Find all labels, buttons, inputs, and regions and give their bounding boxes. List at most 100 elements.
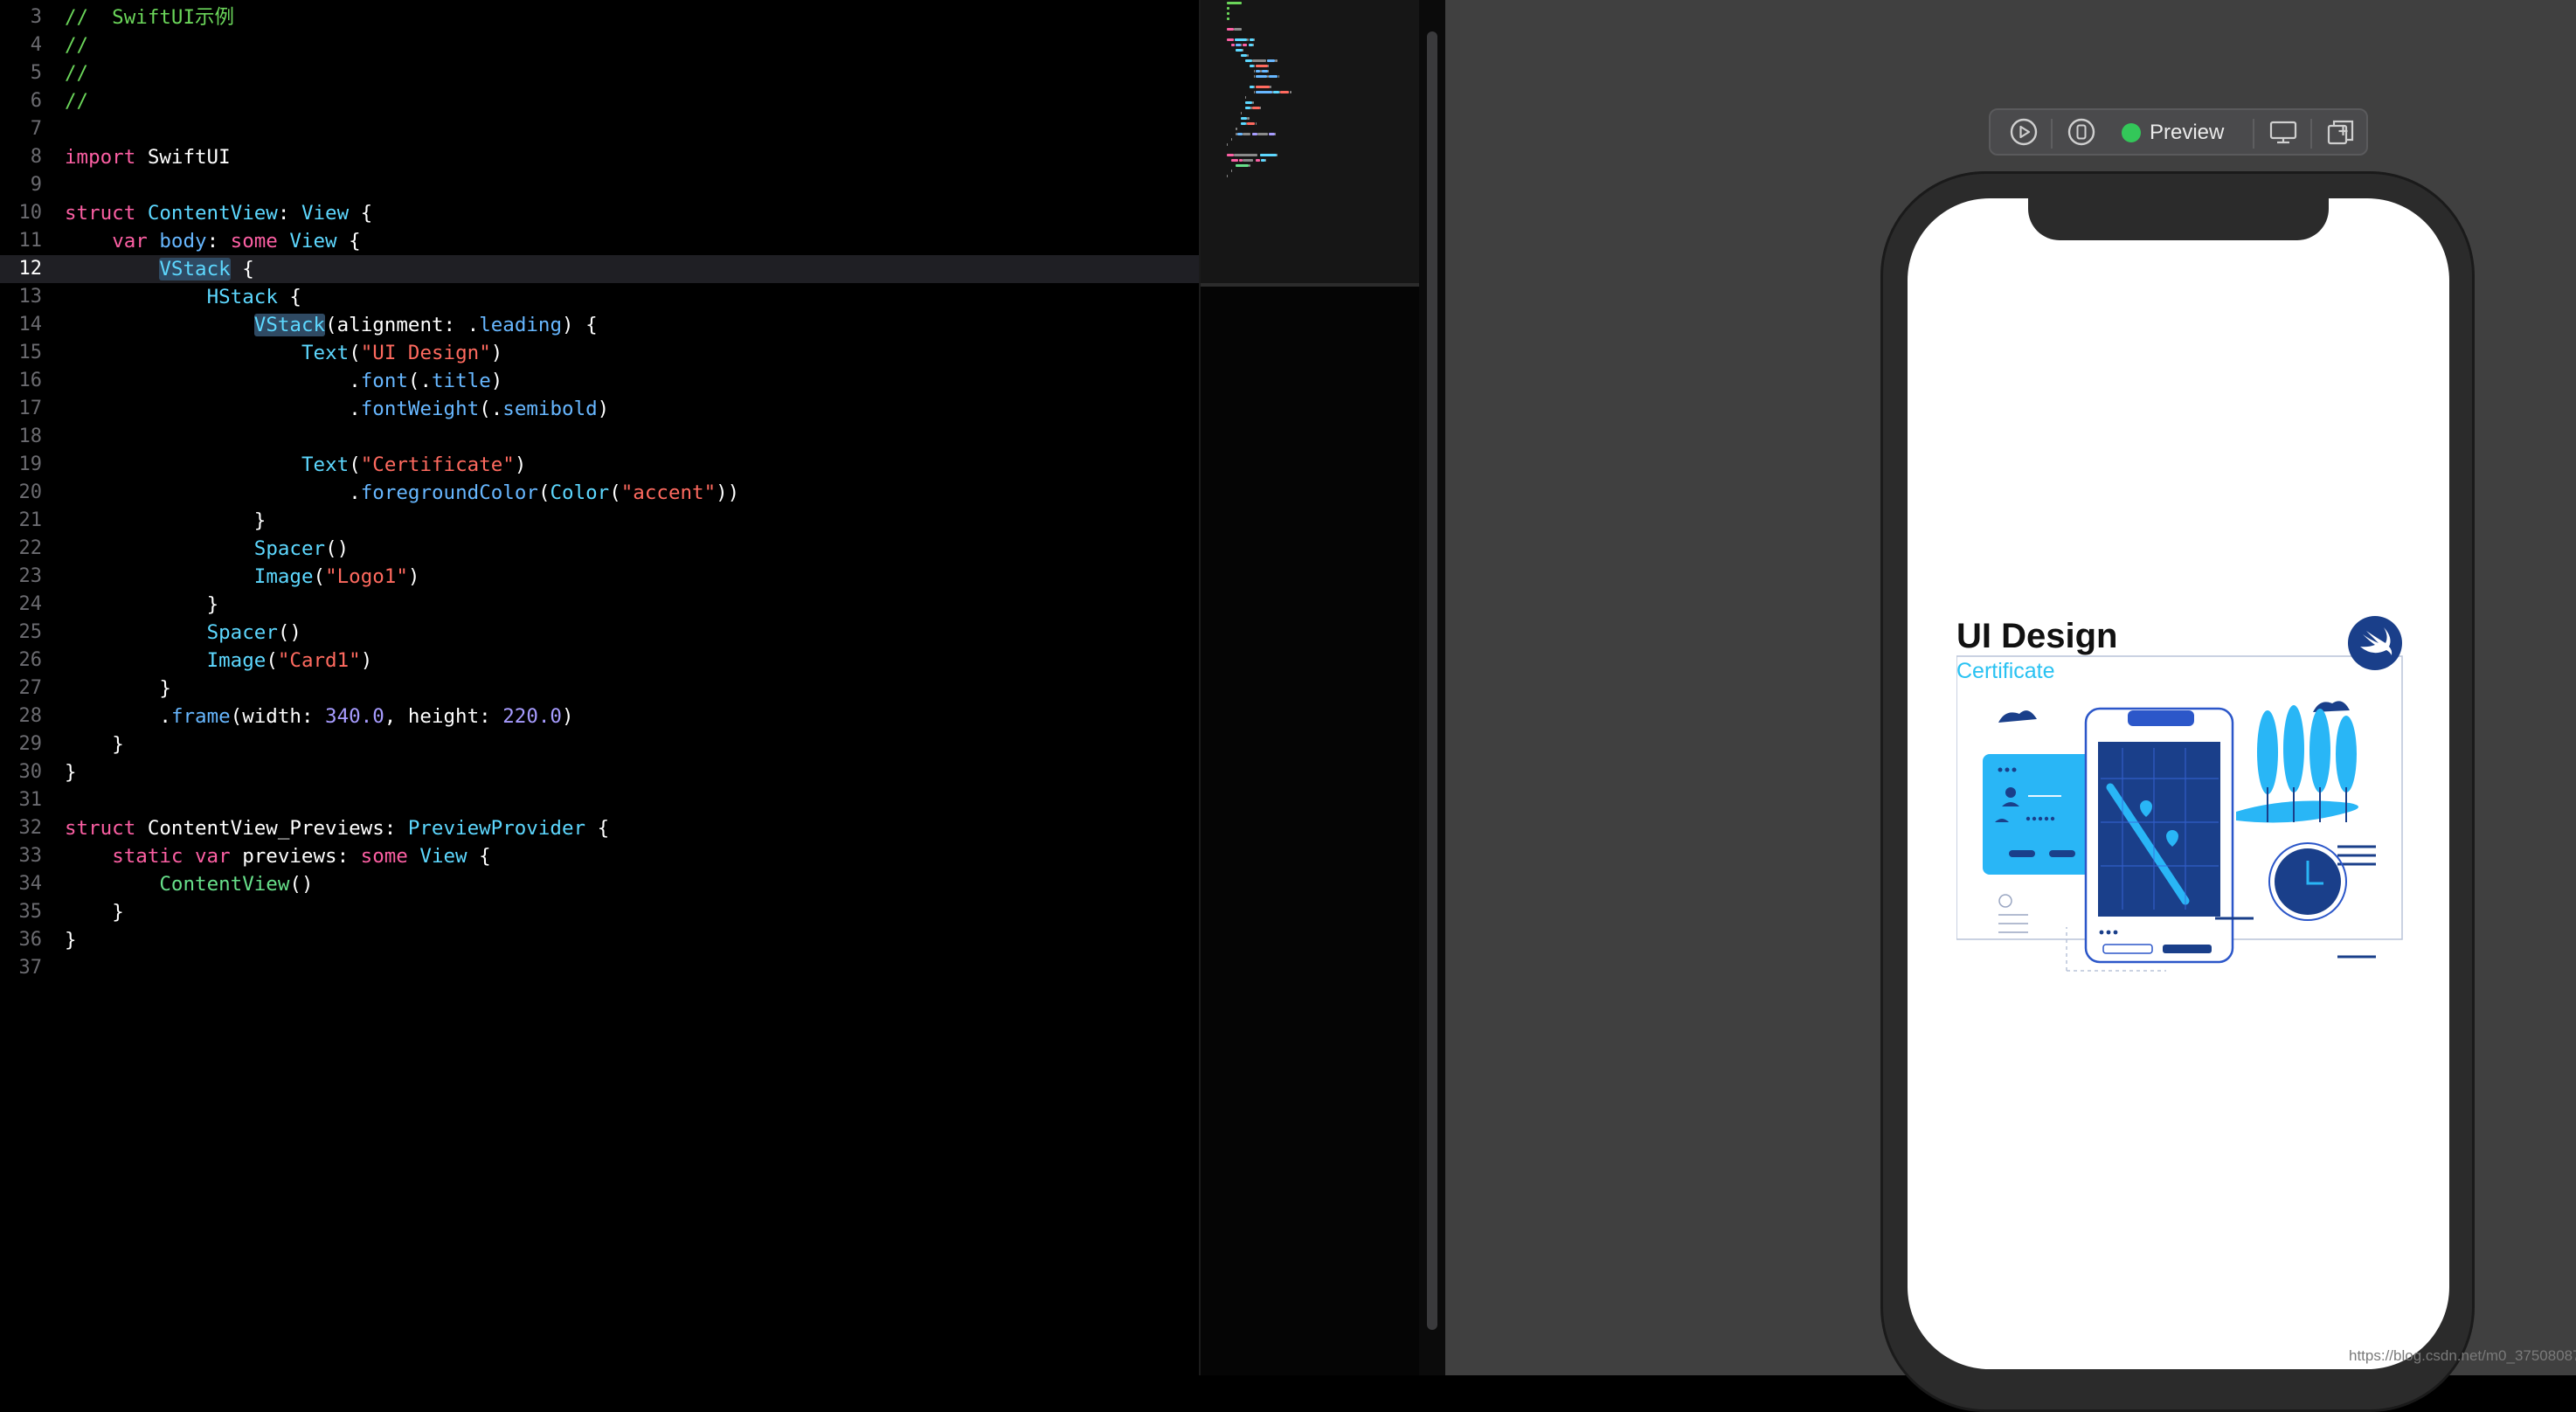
minimap-line bbox=[1243, 133, 1251, 135]
code-token: Text bbox=[301, 453, 350, 476]
code-token: } bbox=[253, 509, 267, 532]
code-token: ( bbox=[313, 565, 326, 588]
line-number: 6 bbox=[30, 90, 42, 112]
code-line[interactable]: VStack(alignment: .leading) { bbox=[65, 311, 598, 339]
code-token: { bbox=[230, 258, 254, 280]
device-icon bbox=[2067, 118, 2095, 146]
code-token: ( bbox=[349, 453, 361, 476]
minimap-line bbox=[1255, 159, 1260, 162]
code-line[interactable]: .foregroundColor(Color("accent")) bbox=[65, 479, 739, 507]
code-line[interactable]: VStack { bbox=[65, 255, 254, 283]
inspect-preview-button[interactable] bbox=[2268, 118, 2297, 146]
code-token: SwiftUI bbox=[135, 146, 231, 169]
code-token: 220.0 bbox=[502, 705, 562, 728]
code-token: , height: bbox=[384, 705, 503, 728]
code-line[interactable]: } bbox=[65, 730, 124, 758]
minimap-line bbox=[1252, 44, 1255, 46]
live-preview-button[interactable] bbox=[2010, 118, 2038, 146]
code-line[interactable]: Text("Certificate") bbox=[65, 451, 526, 479]
minimap-line bbox=[1270, 86, 1271, 88]
minimap[interactable] bbox=[1199, 0, 1421, 1375]
code-line[interactable]: } bbox=[65, 898, 124, 926]
code-line[interactable]: Spacer() bbox=[65, 535, 349, 563]
code-editor[interactable]: 3 4 5 6 7 8 9 10 11 12 13 14 15 16 17 18 19 20 21 22 23 24 25 2… bbox=[0, 0, 1199, 1375]
minimap-line bbox=[1244, 96, 1247, 99]
duplicate-preview-button[interactable] bbox=[2326, 118, 2354, 146]
preview-status-button[interactable]: Preview bbox=[2122, 117, 2224, 149]
code-line[interactable]: // bbox=[65, 87, 88, 115]
code-line[interactable]: Image("Card1") bbox=[65, 647, 373, 675]
minimap-line bbox=[1251, 59, 1267, 62]
minimap-line bbox=[1289, 91, 1292, 93]
code-line[interactable]: } bbox=[65, 675, 171, 703]
code-line[interactable]: } bbox=[65, 591, 219, 619]
minimap-line bbox=[1243, 44, 1248, 46]
code-line[interactable]: } bbox=[65, 926, 77, 954]
code-token: } bbox=[112, 733, 124, 756]
line-number: 3 bbox=[30, 6, 42, 28]
code-token: foregroundColor bbox=[360, 481, 538, 504]
line-number: 21 bbox=[18, 509, 43, 531]
minimap-line bbox=[1240, 112, 1242, 114]
code-token: () bbox=[289, 873, 314, 896]
code-token: { bbox=[467, 845, 491, 868]
code-line[interactable]: .font(.title) bbox=[65, 367, 502, 395]
minimap-line bbox=[1231, 44, 1236, 46]
code-token: } bbox=[65, 929, 77, 952]
code-line[interactable]: struct ContentView: View { bbox=[65, 199, 372, 227]
toolbar-separator bbox=[2253, 119, 2254, 149]
code-line[interactable]: var body: some View { bbox=[65, 227, 361, 255]
minimap-line bbox=[1251, 101, 1255, 104]
monitor-settings-icon bbox=[2269, 121, 2297, 144]
code-token: . bbox=[349, 398, 361, 420]
code-token: "Card1" bbox=[277, 649, 361, 672]
code-token: fontWeight bbox=[360, 398, 480, 420]
code-line[interactable]: import SwiftUI bbox=[65, 143, 231, 171]
minimap-line bbox=[1280, 91, 1290, 93]
code-token: { bbox=[336, 230, 361, 253]
code-line[interactable]: Spacer() bbox=[65, 619, 301, 647]
code-line[interactable]: // bbox=[65, 31, 88, 59]
line-number: 20 bbox=[18, 481, 43, 503]
device-settings-button[interactable] bbox=[2067, 118, 2095, 146]
code-line[interactable]: } bbox=[65, 507, 267, 535]
code-line[interactable]: ContentView() bbox=[65, 870, 314, 898]
line-number: 5 bbox=[30, 62, 42, 84]
minimap-line bbox=[1269, 75, 1278, 78]
play-circle-icon bbox=[2010, 118, 2038, 146]
code-line[interactable]: } bbox=[65, 758, 77, 786]
minimap-line bbox=[1247, 117, 1250, 120]
code-token: } bbox=[65, 761, 77, 784]
line-number: 7 bbox=[30, 118, 42, 140]
line-number: 27 bbox=[18, 677, 43, 699]
code-line[interactable]: Text("UI Design") bbox=[65, 339, 502, 367]
line-number: 35 bbox=[18, 901, 43, 923]
code-line[interactable]: Image("Logo1") bbox=[65, 563, 420, 591]
code-token: { bbox=[277, 286, 301, 308]
code-line[interactable]: // bbox=[65, 59, 88, 87]
code-line[interactable]: static var previews: some View { bbox=[65, 842, 491, 870]
minimap-line bbox=[1227, 17, 1229, 20]
toolbar-separator bbox=[2051, 119, 2053, 149]
code-line[interactable]: .frame(width: 340.0, height: 220.0) bbox=[65, 703, 574, 730]
code-line[interactable]: HStack { bbox=[65, 283, 301, 311]
code-token: ) bbox=[561, 705, 574, 728]
minimap-line bbox=[1273, 91, 1279, 93]
code-line[interactable]: struct ContentView_Previews: PreviewProv… bbox=[65, 814, 609, 842]
scrollbar-thumb[interactable] bbox=[1427, 31, 1437, 1330]
minimap-line bbox=[1257, 133, 1268, 135]
minimap-line bbox=[1233, 154, 1258, 156]
code-token: some bbox=[230, 230, 278, 253]
minimap-line bbox=[1255, 86, 1271, 88]
editor-scrollbar[interactable] bbox=[1419, 0, 1445, 1375]
code-token: (. bbox=[479, 398, 503, 420]
code-line[interactable]: .fontWeight(.semibold) bbox=[65, 395, 609, 423]
code-line[interactable]: // SwiftUI示例 bbox=[65, 3, 234, 31]
watermark: https://blog.csdn.net/m0_37508087 bbox=[2349, 1347, 2576, 1364]
code-token: Color bbox=[550, 481, 610, 504]
code-token: frame bbox=[170, 705, 231, 728]
code-token: View bbox=[289, 230, 337, 253]
minimap-line bbox=[1227, 154, 1234, 156]
